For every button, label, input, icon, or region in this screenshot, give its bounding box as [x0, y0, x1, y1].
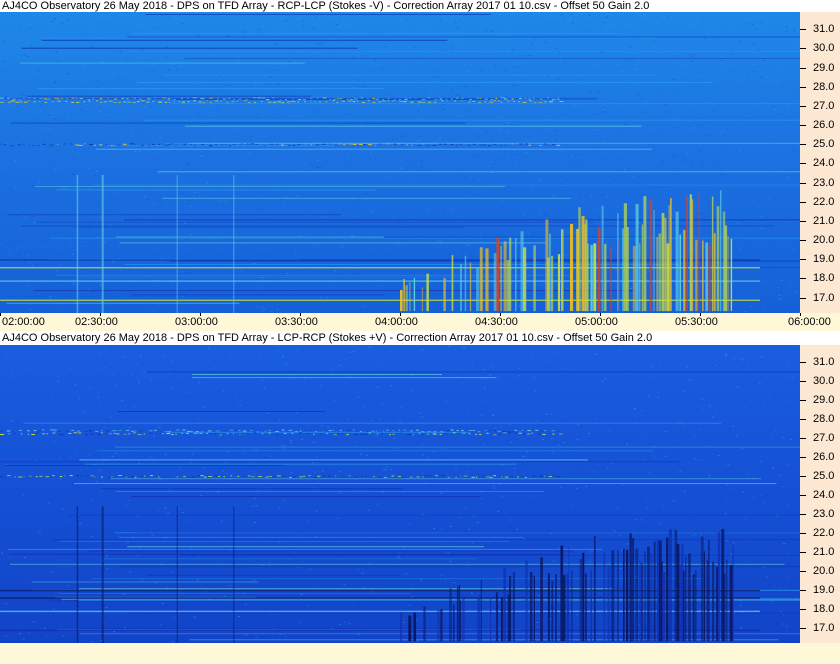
bottom-ytick-label: 24.0 — [813, 488, 835, 501]
top-ytick-label: 26.0 — [813, 119, 835, 132]
bottom-ytick-label: 19.0 — [813, 583, 835, 596]
bottom-ytick-label: 27.0 — [813, 432, 835, 444]
top-ytick-mark — [800, 201, 806, 203]
top-ytick-mark — [800, 240, 806, 242]
xtick-label: 02:00:00 — [2, 316, 45, 328]
top-spectrogram-panel: 31.0 30.0 29.0 28.0 27.0 26.0 25.0 24.0 23.0 22.0… — [0, 12, 840, 313]
top-ytick-mark — [800, 297, 806, 299]
bottom-spectrogram-panel: 31.0 30.0 29.0 28.0 27.0 26.0 25.0 24.0 23.0 22.0… — [0, 345, 840, 643]
xtick-label: 02:30:00 — [75, 316, 118, 328]
bottom-ytick-label: 30.0 — [813, 375, 835, 388]
bottom-ytick-mark — [800, 475, 806, 477]
xtick-label: 03:30:00 — [275, 316, 318, 328]
bottom-ytick-label: 26.0 — [813, 450, 835, 463]
top-ytick-label: 29.0 — [813, 61, 835, 74]
bottom-ytick-mark — [800, 456, 806, 458]
top-ytick-mark — [800, 220, 806, 222]
top-ytick-label: 18.0 — [813, 272, 835, 285]
xtick-label: 05:30:00 — [675, 316, 718, 328]
top-ytick-mark — [800, 163, 806, 165]
bottom-ytick-label: 31.0 — [813, 356, 835, 369]
bottom-ytick-mark — [800, 627, 806, 629]
xtick-label: 05:00:00 — [575, 316, 618, 328]
xtick-label: 03:00:00 — [175, 316, 218, 328]
bottom-ytick-label: 18.0 — [813, 602, 835, 615]
bottom-ytick-label: 20.0 — [813, 564, 835, 577]
bottom-ytick-mark — [800, 381, 806, 383]
xtick-label: 04:30:00 — [475, 316, 518, 328]
top-ytick-mark — [800, 278, 806, 280]
bottom-ytick-mark — [800, 438, 806, 439]
bottom-ytick-mark — [800, 494, 806, 496]
top-ytick-mark — [800, 182, 806, 184]
top-ytick-mark — [800, 67, 806, 69]
top-ytick-mark — [800, 86, 806, 88]
top-ytick-label: 17.0 — [813, 291, 835, 304]
bottom-ytick-label: 22.0 — [813, 526, 835, 539]
top-ytick-label: 30.0 — [813, 42, 835, 55]
bottom-status-strip — [0, 643, 840, 664]
bottom-spectrogram-plot[interactable] — [0, 345, 800, 643]
top-ytick-label: 21.0 — [813, 214, 835, 227]
top-ytick-mark — [800, 29, 806, 31]
bottom-ytick-mark — [800, 608, 806, 610]
top-ytick-label: 20.0 — [813, 234, 835, 247]
top-ytick-label: 31.0 — [813, 23, 835, 36]
top-frequency-axis: 31.0 30.0 29.0 28.0 27.0 26.0 25.0 24.0 23.0 22.0… — [800, 12, 840, 313]
time-axis: 02:00:00 02:30:00 03:00:00 03:30:00 04:00:00… — [0, 313, 840, 331]
bottom-spectrogram-svg — [0, 345, 800, 643]
top-ytick-label: 22.0 — [813, 195, 835, 208]
bottom-ytick-mark — [800, 362, 806, 364]
top-ytick-label: 27.0 — [813, 99, 835, 112]
bottom-ytick-label: 23.0 — [813, 507, 835, 520]
xtick-label: 06:00:00 — [788, 316, 831, 328]
bottom-chart-title: AJ4CO Observatory 26 May 2018 - DPS on T… — [2, 332, 653, 344]
top-ytick-mark — [800, 105, 806, 107]
top-spectrogram-plot[interactable] — [0, 12, 800, 313]
bottom-ytick-label: 25.0 — [813, 469, 835, 482]
top-spectrogram-svg — [0, 12, 800, 313]
bottom-ytick-mark — [800, 570, 806, 572]
bottom-ytick-mark — [800, 400, 806, 402]
bottom-ytick-mark — [800, 551, 806, 553]
top-chart-title: AJ4CO Observatory 26 May 2018 - DPS on T… — [2, 0, 650, 12]
top-ytick-label: 25.0 — [813, 138, 835, 151]
top-ytick-label: 23.0 — [813, 176, 835, 189]
top-ytick-mark — [800, 144, 806, 146]
bottom-ytick-mark — [800, 513, 806, 515]
top-ytick-label: 19.0 — [813, 253, 835, 266]
bottom-ytick-mark — [800, 419, 806, 421]
bottom-ytick-label: 29.0 — [813, 394, 835, 407]
xtick-mark — [0, 313, 1, 316]
top-ytick-mark — [800, 125, 806, 127]
top-ytick-label: 28.0 — [813, 80, 835, 93]
bottom-frequency-axis: 31.0 30.0 29.0 28.0 27.0 26.0 25.0 24.0 23.0 22.0… — [800, 345, 840, 643]
top-ytick-mark — [800, 259, 806, 261]
xtick-label: 04:00:00 — [375, 316, 418, 328]
bottom-ytick-label: 17.0 — [813, 621, 835, 634]
bottom-ytick-label: 21.0 — [813, 545, 835, 558]
top-ytick-label: 24.0 — [813, 157, 835, 170]
bottom-ytick-mark — [800, 589, 806, 591]
bottom-ytick-label: 28.0 — [813, 413, 835, 426]
top-ytick-mark — [800, 48, 806, 50]
bottom-ytick-mark — [800, 532, 806, 534]
